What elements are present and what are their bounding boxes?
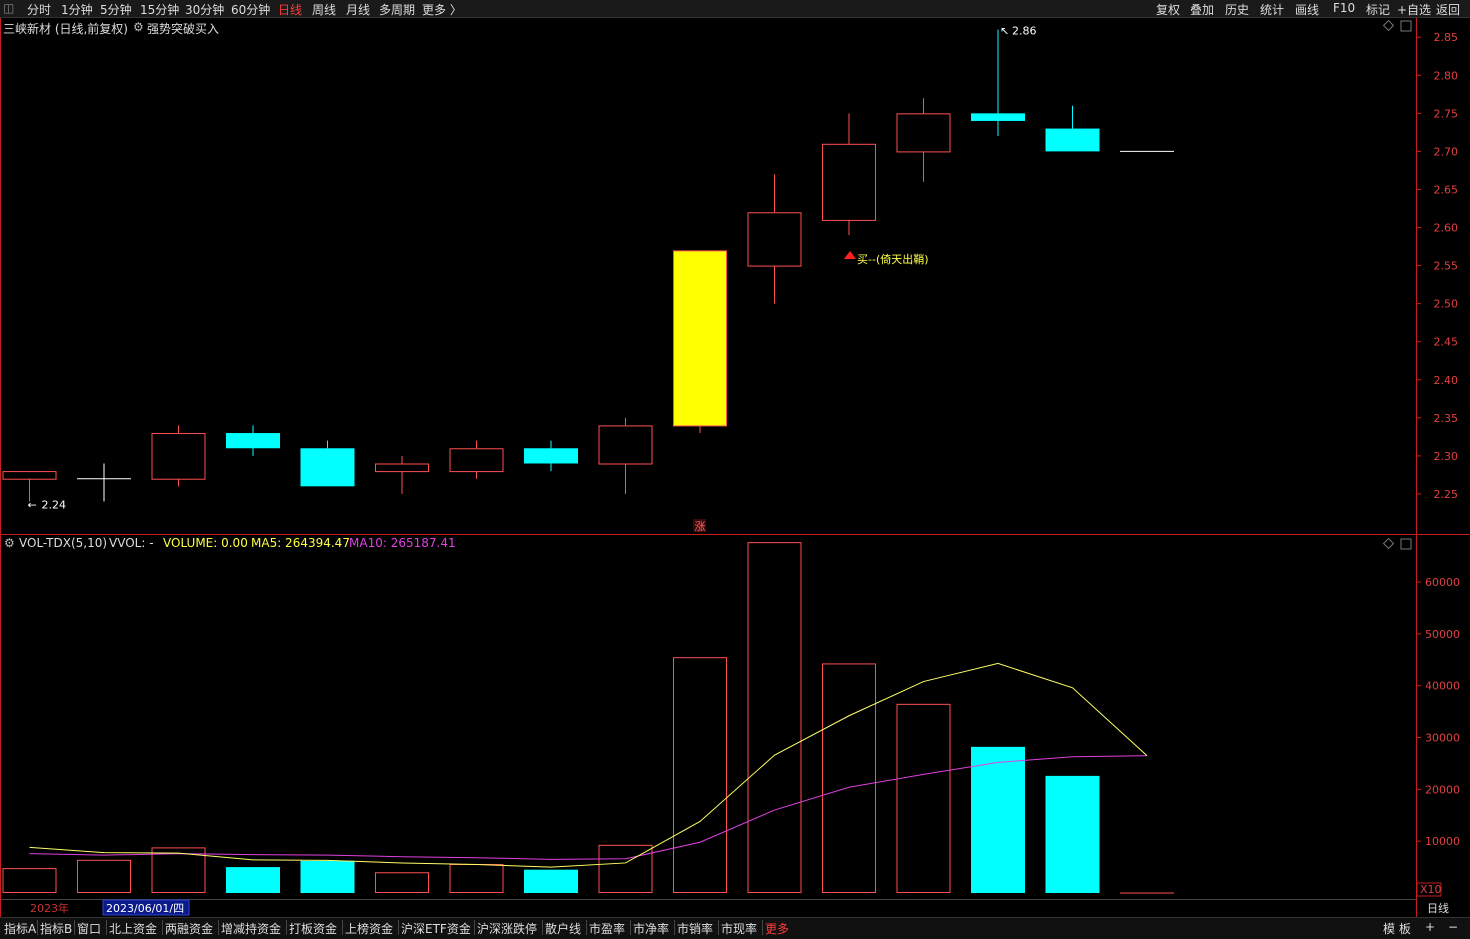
volume-bar-down [524,869,578,893]
bottom-tab-13[interactable]: 市销率 [677,920,713,937]
date-cursor-label: 2023/06/01/四 [106,902,184,915]
bottom-tab-5[interactable]: 增减持资金 [221,920,281,937]
bottom-tab-12[interactable]: 市净率 [633,920,669,937]
candle-body-down [971,113,1025,121]
candle-body-up [375,463,429,473]
volume-tick-label: 10000 [1425,835,1460,848]
buy-signal-label: 买--(倚天出鞘) [857,252,929,266]
low-price-label: 2.24 [42,499,67,512]
price-tick-label: 2.60 [1434,222,1459,235]
price-tick-label: 2.35 [1434,412,1459,425]
price-tick-label: 2.75 [1434,107,1459,120]
limit-up-mark: 涨 [695,520,706,533]
volume-tick-label: 20000 [1425,783,1460,796]
candle-body-down [1045,128,1100,152]
bottom-tab-4[interactable]: 两融资金 [165,920,213,937]
high-price-label: 2.86 [1012,25,1037,38]
volume-bar-down [226,867,280,893]
tab-separator [630,920,631,935]
bottom-tab-2[interactable]: 窗口 [77,920,101,937]
volume-unit-label: X10 [1420,883,1442,896]
scroll-icon [1400,538,1412,550]
price-tick-label: 2.25 [1434,488,1459,501]
volume-bar-up [673,657,727,893]
bottom-right-button-0[interactable]: 模 板 [1383,920,1411,937]
price-tick-label: 2.40 [1434,374,1459,387]
diamond-icon [1382,19,1395,32]
volume-bar-up [2,868,57,893]
tab-separator [218,920,219,935]
volume-tick-label: 50000 [1425,628,1460,641]
scroll-icon [1400,20,1412,32]
volume-bar-up [449,863,504,893]
volume-tick-label: 40000 [1425,680,1460,693]
volume-bar-up [896,703,951,893]
bottom-tab-6[interactable]: 打板资金 [289,920,337,937]
tab-separator [762,920,763,935]
volume-bar-down [971,746,1025,893]
year-label: 2023年 [30,901,69,915]
price-tick-label: 2.70 [1434,145,1459,158]
tab-separator [162,920,163,935]
tab-separator [286,920,287,935]
tab-separator [106,920,107,935]
price-tick-label: 2.45 [1434,336,1459,349]
bottom-tab-11[interactable]: 市盈率 [589,920,625,937]
candle-body-up [598,425,653,465]
volume-bar-up [77,859,131,893]
volume-bar-down [300,860,355,893]
buy-triangle-icon [844,251,856,259]
bottom-right-button-2[interactable]: − [1448,920,1458,934]
candle-body-up [822,143,876,221]
candle-body-up [449,448,504,473]
volume-tick-label: 30000 [1425,732,1460,745]
volume-bar-up [375,872,429,894]
bottom-tab-3[interactable]: 北上资金 [109,920,157,937]
bottom-tab-0[interactable]: 指标A [4,920,36,937]
price-tick-label: 2.65 [1434,183,1459,196]
volume-bar-down [1045,775,1100,893]
tab-separator [342,920,343,935]
volume-bar-up [747,542,802,893]
bottom-tab-14[interactable]: 市现率 [721,920,757,937]
candle-body-down [226,433,280,449]
price-tick-label: 2.55 [1434,260,1459,273]
tab-separator [718,920,719,935]
tab-separator [474,920,475,935]
candle-body-down [300,448,355,487]
bottom-tab-7[interactable]: 上榜资金 [345,920,393,937]
price-tick-label: 2.30 [1434,450,1459,463]
volume-bar-up [822,663,876,894]
bottom-tab-9[interactable]: 沪深涨跌停 [477,920,537,937]
volume-tick-label: 60000 [1425,576,1460,589]
bottom-tab-10[interactable]: 散户线 [545,920,581,937]
candle-body-limit-up [673,250,727,427]
price-tick-label: 2.80 [1434,69,1459,82]
kline-chart[interactable]: 2.25 2.30 2.35 2.40 2.45 2.50 2.55 2.60 2.65 2.70… [0,0,1470,938]
tab-separator [398,920,399,935]
candle-body-up [2,471,57,480]
period-label: 日线 [1427,901,1449,915]
indicator-tabs-bar: 指标A 指标B 窗口 北上资金 两融资金 增减持资金 打板资金 上榜资金 沪深ETF资金 沪深涨跌… [0,917,1470,939]
price-tick-label: 2.85 [1434,31,1459,44]
candle-body-up [151,433,206,480]
diamond-icon [1382,537,1395,550]
high-arrow-icon: ↖ [1000,25,1009,38]
tab-separator [542,920,543,935]
low-arrow-icon: ← [28,499,37,512]
tab-separator [74,920,75,935]
candle-body-up [896,113,951,153]
tab-separator [37,920,38,935]
candle-body-down [524,448,578,464]
bottom-right-button-1[interactable]: + [1425,920,1435,934]
tab-separator [586,920,587,935]
tab-separator [674,920,675,935]
price-tick-label: 2.50 [1434,298,1459,311]
candle-body-up [747,212,802,267]
bottom-tab-1[interactable]: 指标B [40,920,72,937]
bottom-tab-15[interactable]: 更多 [765,920,789,937]
bottom-tab-8[interactable]: 沪深ETF资金 [401,920,471,937]
